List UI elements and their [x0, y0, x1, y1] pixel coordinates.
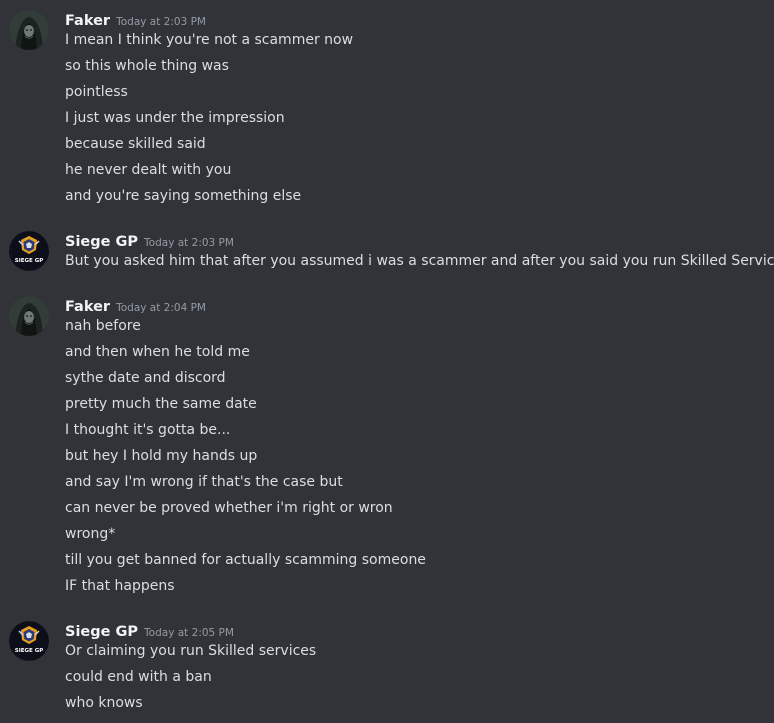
- avatar-logo-text: SIEGE GP: [15, 258, 44, 264]
- message-line: could end with a ban: [65, 669, 212, 685]
- message-line: Or claiming you run Skilled services: [65, 643, 317, 659]
- hooded-figure-avatar-icon[interactable]: [9, 10, 49, 50]
- message-line: because skilled said: [65, 136, 206, 152]
- avatar-logo-text: SIEGE GP: [15, 648, 44, 654]
- message-line: pretty much the same date: [65, 396, 257, 412]
- message-line: but hey I hold my hands up: [65, 448, 258, 464]
- message-line: till you get banned for actually scammin…: [65, 552, 426, 568]
- message-line: and you're saying something else: [65, 188, 302, 204]
- message-line: wrong*: [65, 526, 116, 542]
- message-timestamp: Today at 2:03 PM: [116, 16, 206, 28]
- message-line: sythe date and discord: [65, 370, 226, 386]
- message-line: he never dealt with you: [65, 162, 232, 178]
- message-timestamp: Today at 2:04 PM: [116, 302, 206, 314]
- message-line: so this whole thing was: [65, 58, 229, 74]
- username[interactable]: Siege GP: [65, 234, 138, 250]
- message-line: and say I'm wrong if that's the case but: [65, 474, 343, 490]
- username[interactable]: Faker: [65, 13, 110, 29]
- message-line: who knows: [65, 695, 143, 711]
- siege-gp-logo-avatar-icon[interactable]: SIEGE GP: [9, 621, 49, 661]
- message-header: Siege GP Today at 2:03 PM: [65, 231, 234, 253]
- message-list: Faker Today at 2:03 PM I mean I think you…: [0, 0, 774, 723]
- message-timestamp: Today at 2:05 PM: [144, 627, 234, 639]
- username[interactable]: Siege GP: [65, 624, 138, 640]
- message-line: nah before: [65, 318, 141, 334]
- message-line: and then when he told me: [65, 344, 250, 360]
- message-header: Faker Today at 2:04 PM: [65, 296, 206, 318]
- message-line: can never be proved whether i'm right or…: [65, 500, 393, 516]
- message-line: IF that happens: [65, 578, 175, 594]
- message-line: pointless: [65, 84, 128, 100]
- message-line: But you asked him that after you assumed…: [65, 253, 774, 269]
- message-line: I thought it's gotta be...: [65, 422, 231, 438]
- message-line: I just was under the impression: [65, 110, 285, 126]
- message-line: I mean I think you're not a scammer now: [65, 32, 354, 48]
- message-header: Faker Today at 2:03 PM: [65, 10, 206, 32]
- username[interactable]: Faker: [65, 299, 110, 315]
- hooded-figure-avatar-icon[interactable]: [9, 296, 49, 336]
- siege-gp-logo-avatar-icon[interactable]: SIEGE GP: [9, 231, 49, 271]
- message-header: Siege GP Today at 2:05 PM: [65, 621, 234, 643]
- message-timestamp: Today at 2:03 PM: [144, 237, 234, 249]
